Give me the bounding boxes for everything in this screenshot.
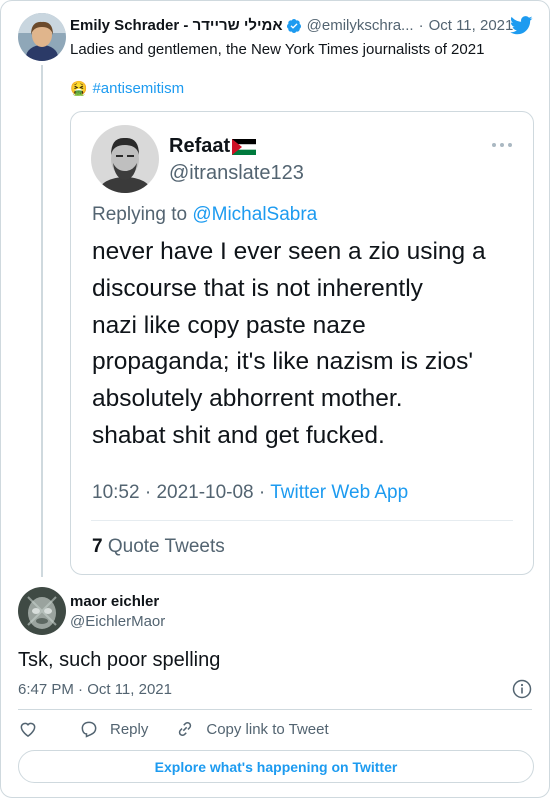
author-avatar[interactable] [18, 13, 66, 61]
explore-twitter-button[interactable]: Explore what's happening on Twitter [18, 750, 534, 783]
heart-icon [20, 722, 36, 737]
twitter-bird-icon[interactable] [510, 16, 533, 35]
quote-tweets-count[interactable]: 7 Quote Tweets [92, 536, 225, 558]
quoted-divider [91, 520, 513, 521]
reply-author-name[interactable]: maor eichler [70, 593, 159, 610]
reply-icon [81, 721, 97, 738]
quoted-tweet-card[interactable]: Refaat @itranslate123 Replying to @Micha… [70, 111, 534, 575]
quoted-author-avatar[interactable] [91, 125, 159, 193]
more-options-icon[interactable] [491, 142, 513, 148]
quoted-text-line: shabat shit and get fucked. [92, 421, 385, 449]
reply-label: Reply [110, 720, 149, 738]
quoted-author-name[interactable]: Refaat [169, 135, 230, 158]
parent-tweet-text: Ladies and gentlemen, the New York Times… [70, 41, 485, 58]
copy-link-button[interactable]: Copy link to Tweet [175, 719, 329, 739]
quoted-author-handle[interactable]: @itranslate123 [169, 162, 304, 185]
replying-to-mention[interactable]: @MichalSabra [192, 204, 317, 225]
like-button[interactable] [18, 719, 49, 739]
quoted-text-line: absolutely abhorrent mother. [92, 385, 403, 413]
replying-to-line: Replying to @MichalSabra [92, 204, 317, 226]
quoted-text-line: never have I ever seen a zio using a [92, 238, 486, 265]
quoted-text-line: propaganda; it's like nazism is zios' [92, 348, 474, 376]
quoted-date[interactable]: 2021-10-08 [156, 482, 253, 503]
action-bar: Reply Copy link to Tweet [18, 719, 329, 739]
verified-badge-icon [286, 18, 301, 33]
reply-button[interactable]: Reply [79, 719, 148, 739]
author-handle[interactable]: @emilykschra... [307, 17, 414, 34]
quoted-time[interactable]: 10:52 [92, 482, 140, 503]
reply-tweet-text: Tsk, such poor spelling [18, 649, 221, 671]
quoted-author-name-row: Refaat [169, 135, 257, 158]
quoted-source-link[interactable]: Twitter Web App [270, 482, 408, 503]
copy-link-icon [179, 721, 192, 737]
quoted-tweet-meta: 10:52 · 2021-10-08 · Twitter Web App [92, 482, 409, 503]
author-name[interactable]: Emily Schrader - אמילי שריידר [70, 17, 283, 34]
reply-author-avatar[interactable] [18, 587, 66, 635]
reply-timestamp[interactable]: 6:47 PM · Oct 11, 2021 [18, 681, 172, 698]
thread-connector-line [41, 65, 43, 577]
copy-link-label: Copy link to Tweet [206, 720, 329, 738]
quote-label: Quote Tweets [107, 536, 225, 557]
separator-dot: · [418, 17, 424, 34]
palestine-flag-icon [232, 138, 257, 155]
hashtag-line: 🤮 #antisemitism [70, 80, 184, 97]
info-icon[interactable] [512, 679, 532, 699]
quoted-text-line: nazi like copy paste naze [92, 311, 366, 339]
hashtag-link[interactable]: #antisemitism [92, 80, 184, 97]
embedded-tweet-card: Emily Schrader - אמילי שריידר @emilyksch… [0, 0, 550, 798]
tweet-date[interactable]: Oct 11, 2021 [429, 17, 514, 34]
parent-tweet-header: Emily Schrader - אמילי שריידר @emilyksch… [70, 17, 513, 34]
replying-to-label: Replying to [92, 204, 188, 225]
quoted-tweet-text: never have I ever seen a zio using a dis… [92, 234, 522, 455]
quoted-text-line: discourse that is not inherently [92, 274, 423, 302]
reply-divider [18, 709, 532, 710]
reply-author-handle[interactable]: @EichlerMaor [70, 613, 165, 630]
vomit-emoji-icon: 🤮 [70, 80, 88, 96]
quote-count: 7 [92, 536, 103, 557]
